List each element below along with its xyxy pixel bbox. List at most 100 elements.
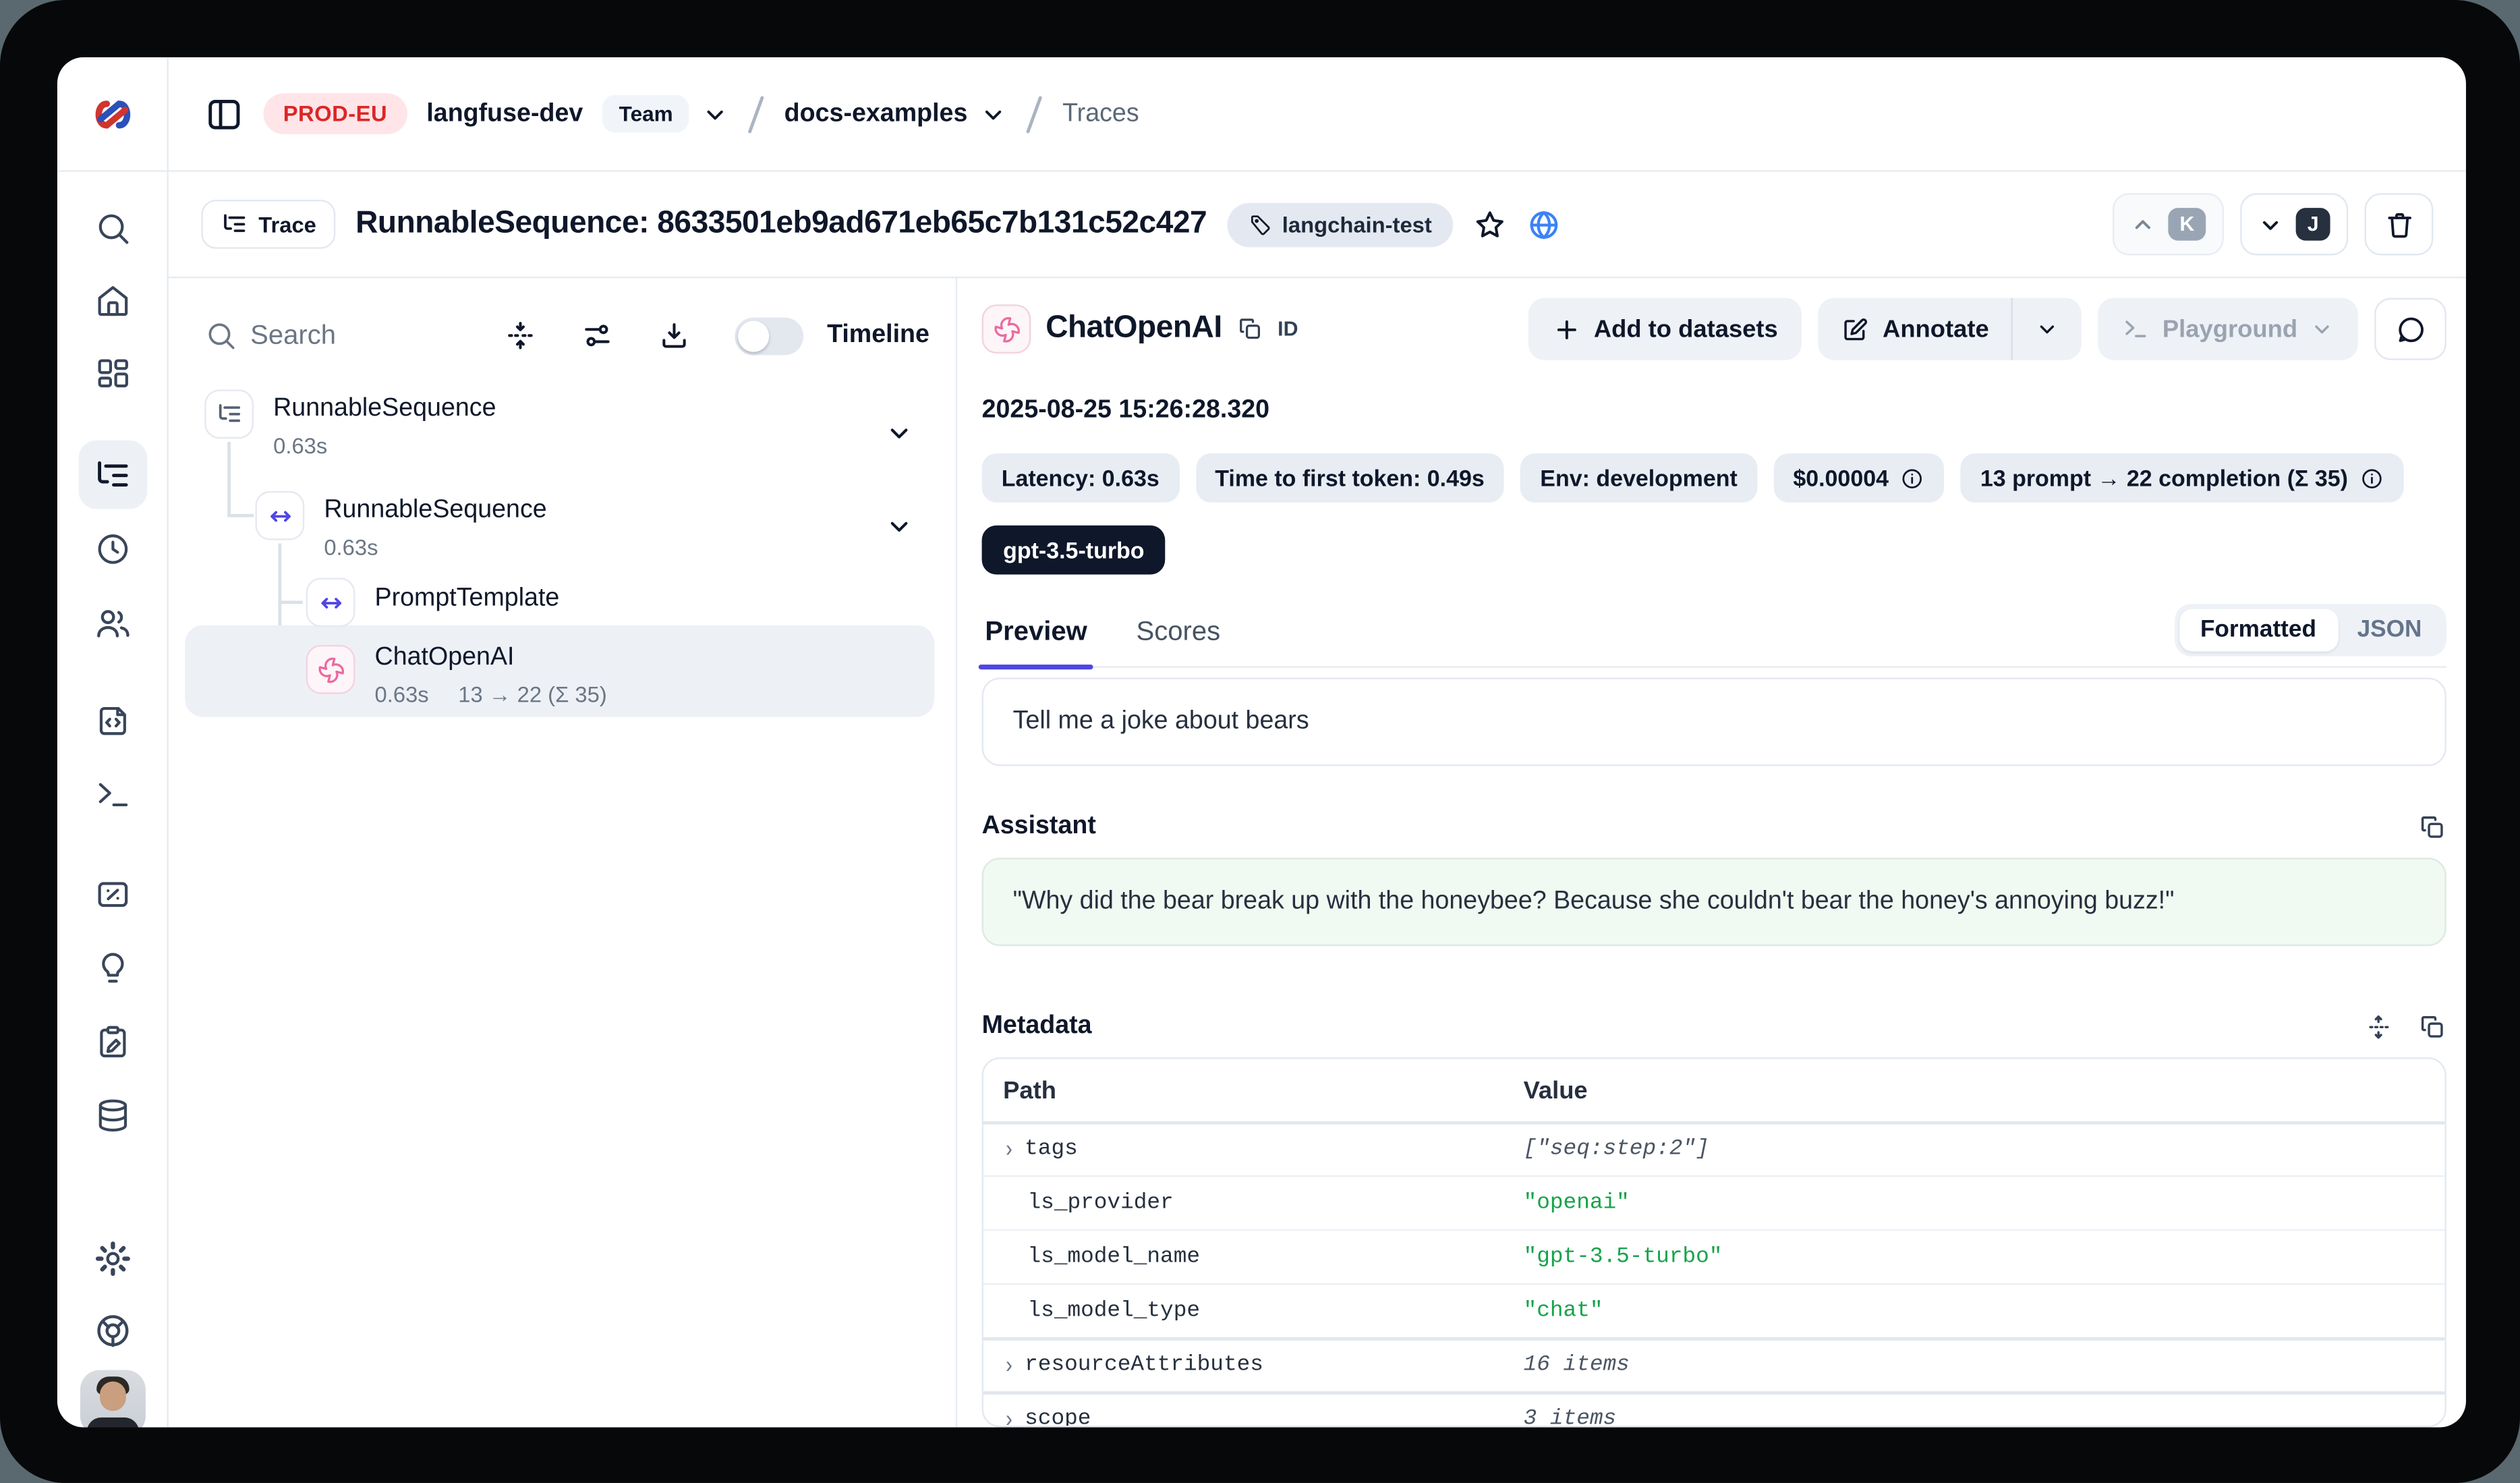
cost-badge[interactable]: $0.00004 [1773,453,1944,503]
annotation-clipboard-icon[interactable] [93,1023,131,1061]
metadata-value: 3 items [1524,1407,2445,1427]
dashboard-icon[interactable] [93,355,131,393]
metadata-value: "openai" [1524,1191,2445,1215]
breadcrumb-separator [748,94,764,133]
sessions-clock-icon[interactable] [93,530,131,568]
langfuse-logo[interactable] [88,96,137,132]
avatar-face [99,1382,125,1411]
info-icon [2359,466,2384,490]
chevron-down-icon [981,101,1007,127]
prev-trace-button[interactable]: K [2113,193,2224,255]
tree-node-label[interactable]: RunnableSequence [273,395,496,424]
tree-node-label[interactable]: PromptTemplate [375,584,560,614]
comments-button[interactable] [2374,298,2446,360]
avatar-shirt [86,1418,138,1428]
trash-icon [2383,208,2414,240]
collapse-node-icon[interactable] [885,512,913,540]
trace-tag[interactable]: langchain-test [1226,202,1453,247]
globe-icon[interactable] [1527,207,1562,242]
breadcrumb-section[interactable]: Traces [1062,99,1139,129]
tree-node-duration: 0.63s [375,683,429,707]
copy-icon[interactable] [1237,316,1263,342]
toggle-knob [739,320,770,351]
sidebar-item-tracing-active[interactable] [78,441,146,509]
table-row[interactable]: ›scope 3 items [983,1391,2444,1427]
model-badge[interactable]: gpt-3.5-turbo [982,526,1166,575]
table-row[interactable]: ›resourceAttributes 16 items [983,1337,2444,1391]
json-option[interactable]: JSON [2337,609,2441,651]
tab-scores[interactable]: Scores [1133,617,1224,667]
expand-rows-icon[interactable] [2365,1012,2393,1040]
span-node-icon [306,578,355,627]
timeline-label: Timeline [827,320,929,350]
delete-trace-button[interactable] [2365,193,2434,255]
download-icon[interactable] [658,319,691,352]
pen-square-icon [1841,315,1869,343]
tokens-value: 13 prompt → 22 completion (Σ 35) [1980,465,2348,491]
users-icon[interactable] [92,604,132,643]
annotate-label: Annotate [1883,315,1989,343]
insights-lightbulb-icon[interactable] [93,949,131,987]
arrows-left-right-icon [266,502,293,530]
screenshot-stage: PROD-EU langfuse-dev Team docs-examples … [0,0,2520,1483]
trace-node-icon [204,389,254,439]
search-icon[interactable] [93,210,131,248]
timeline-toggle[interactable] [735,316,804,354]
table-row[interactable]: ls_model_type "chat" [983,1283,2444,1337]
metadata-key: tags [1025,1138,1078,1162]
span-node-icon [255,491,304,540]
add-to-datasets-button[interactable]: Add to datasets [1528,298,1802,360]
environment-badge[interactable]: PROD-EU [264,93,407,134]
settings-gear-icon[interactable] [92,1239,132,1278]
trace-type-badge: Trace [201,200,336,249]
metadata-key: ls_model_type [983,1299,1524,1323]
title-bar-actions: K J [2113,193,2433,255]
user-avatar[interactable] [80,1370,145,1428]
fan-icon [992,315,1020,343]
comment-bubble-icon [2395,314,2426,345]
panel-left-icon[interactable] [204,94,244,133]
annotate-button[interactable]: Annotate [1819,298,2011,360]
support-lifebuoy-icon[interactable] [92,1311,132,1350]
collapse-all-icon[interactable] [505,319,538,352]
table-row[interactable]: ›tags ["seq:step:2"] [983,1121,2444,1175]
expand-chevron-icon[interactable]: › [1003,1352,1014,1380]
collapse-node-icon[interactable] [885,419,913,447]
tree-search-input[interactable] [250,320,447,351]
annotate-dropdown-button[interactable] [2013,298,2082,360]
metadata-value: "chat" [1524,1299,2445,1323]
table-row[interactable]: ls_provider "openai" [983,1175,2444,1229]
playground-terminal-icon[interactable] [93,776,131,814]
home-icon[interactable] [93,281,131,319]
tag-icon [1248,212,1272,236]
org-switcher[interactable]: Team [602,95,728,133]
tree-node-label[interactable]: RunnableSequence [324,496,546,526]
expand-chevron-icon[interactable]: › [1003,1406,1014,1427]
info-icon [1900,466,1924,490]
column-value: Value [1524,1076,2445,1104]
tree-connector [227,442,230,515]
trace-tag-label: langchain-test [1282,212,1432,236]
tab-preview[interactable]: Preview [982,617,1091,667]
view-settings-icon[interactable] [581,319,614,352]
playground-button[interactable]: Playground [2098,298,2358,360]
table-row[interactable]: ls_model_name "gpt-3.5-turbo" [983,1229,2444,1283]
expand-chevron-icon[interactable]: › [1003,1136,1014,1164]
next-trace-button[interactable]: J [2240,193,2348,255]
org-name[interactable]: langfuse-dev [426,99,583,129]
tree-node-tokens: 13 → 22 (Σ 35) [458,683,606,707]
datasets-database-icon[interactable] [93,1096,131,1134]
observation-id-label[interactable]: ID [1278,318,1298,341]
tokens-badge[interactable]: 13 prompt → 22 completion (Σ 35) [1961,453,2404,503]
metadata-section-header: Metadata [982,1011,2446,1041]
copy-icon[interactable] [2419,1012,2446,1040]
project-switcher[interactable]: docs-examples [784,99,1007,129]
evaluation-icon[interactable] [93,876,131,914]
star-icon[interactable] [1472,207,1507,242]
tree-node-label[interactable]: ChatOpenAI [375,643,515,673]
formatted-option[interactable]: Formatted [2179,609,2337,651]
chevron-up-icon [2131,212,2155,236]
copy-icon[interactable] [2419,812,2446,840]
prompts-file-code-icon[interactable] [93,702,131,740]
ttft-badge: Time to first token: 0.49s [1195,453,1504,503]
